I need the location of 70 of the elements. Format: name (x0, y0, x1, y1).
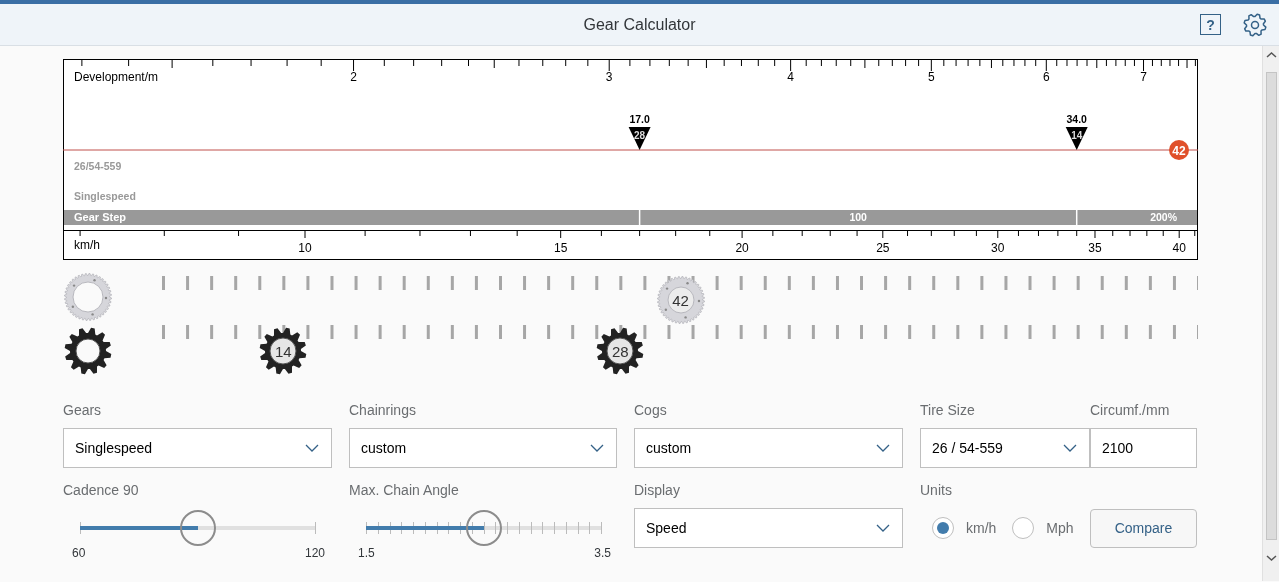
tooth-count: 28 (612, 343, 629, 359)
slider-handle[interactable] (179, 510, 216, 546)
tooth-count: 42 (672, 292, 689, 308)
axis-tick-label: 10 (298, 241, 312, 255)
axis-title: km/h (74, 238, 100, 252)
field-label: Tire Size (920, 401, 975, 420)
axis-tick-label: 40 (1172, 241, 1186, 255)
chainring-icon[interactable] (656, 276, 705, 324)
gear-step-label: Gear Step (74, 211, 126, 223)
axis-tick-label: 4 (787, 70, 794, 84)
field-label: Display (634, 481, 680, 500)
field-label: Cadence 90 (63, 481, 139, 500)
axis-tick-label: 6 (1042, 70, 1050, 84)
scroll-down-icon[interactable] (1266, 554, 1277, 562)
field-label: Chainrings (349, 401, 416, 420)
radio-label[interactable]: km/h (966, 517, 997, 539)
slider-max-label: 120 (304, 546, 325, 560)
slider-max-label: 3.5 (594, 546, 611, 560)
field-label: Units (920, 481, 952, 500)
chevron-icon (305, 444, 319, 452)
axis-tick-label: 3 (605, 70, 613, 84)
slider-handle[interactable] (465, 510, 502, 546)
dropdown-field[interactable]: Speed (634, 508, 903, 548)
field-label: Max. Chain Angle (349, 481, 459, 500)
input-field[interactable]: 2100 (1090, 428, 1197, 468)
field-label: Gears (63, 401, 102, 420)
axis-tick-label: 35 (1088, 241, 1102, 255)
field-label: Circumf./mm (1090, 401, 1170, 420)
dropdown-field[interactable]: Singlespeed (63, 428, 332, 468)
compare-button[interactable]: Compare (1090, 509, 1197, 548)
chevron-icon (876, 524, 890, 532)
help-button[interactable]: ? (1200, 14, 1221, 35)
radio-button[interactable] (1012, 517, 1035, 539)
cog-marker: 14 (1065, 127, 1088, 150)
axis-tick-label: 20 (735, 241, 749, 255)
radio-button[interactable] (932, 517, 954, 539)
dropdown-field[interactable]: custom (634, 428, 903, 468)
slider-min-label: 60 (72, 546, 86, 560)
cog-marker: 28 (628, 127, 651, 150)
speed-label: 17.0 (629, 113, 650, 125)
slider-min-label: 1.5 (358, 546, 375, 560)
axis-tick-label: 25 (876, 241, 890, 255)
tire-label: 26/54-559 (74, 160, 122, 172)
axis-tick-label: 5 (928, 70, 935, 84)
app-title: Gear Calculator (583, 16, 696, 33)
speed-label: 34.0 (1066, 113, 1087, 125)
settings-icon[interactable] (1243, 13, 1267, 37)
gear-step-value: 100 (849, 211, 867, 223)
chevron-icon (876, 444, 890, 452)
scroll-up-icon[interactable] (1266, 51, 1277, 59)
chainring-badge: 42 (1169, 140, 1189, 160)
axis-title: Development/m (74, 70, 159, 84)
chevron-icon (590, 444, 604, 452)
cog-icon[interactable] (259, 327, 308, 375)
gear-step-value: 200% (1150, 211, 1177, 223)
cog-icon[interactable] (64, 327, 112, 375)
field-label: Cogs (634, 401, 667, 420)
radio-label[interactable]: Mph (1046, 517, 1074, 539)
gears-label: Singlespeed (74, 190, 136, 202)
axis-tick-label: 15 (554, 241, 568, 255)
axis-tick-label: 7 (1140, 70, 1147, 84)
tooth-count: 14 (275, 343, 292, 359)
dropdown-field[interactable]: 26 / 54-559 (920, 428, 1090, 468)
scrollbar[interactable] (1262, 46, 1279, 581)
axis-tick-label: 2 (350, 70, 357, 84)
cog-icon[interactable] (596, 327, 645, 375)
dropdown-field[interactable]: custom (349, 428, 617, 468)
axis-tick-label: 30 (991, 241, 1005, 255)
scrollbar-thumb[interactable] (1266, 72, 1277, 540)
chevron-icon (1063, 444, 1077, 452)
